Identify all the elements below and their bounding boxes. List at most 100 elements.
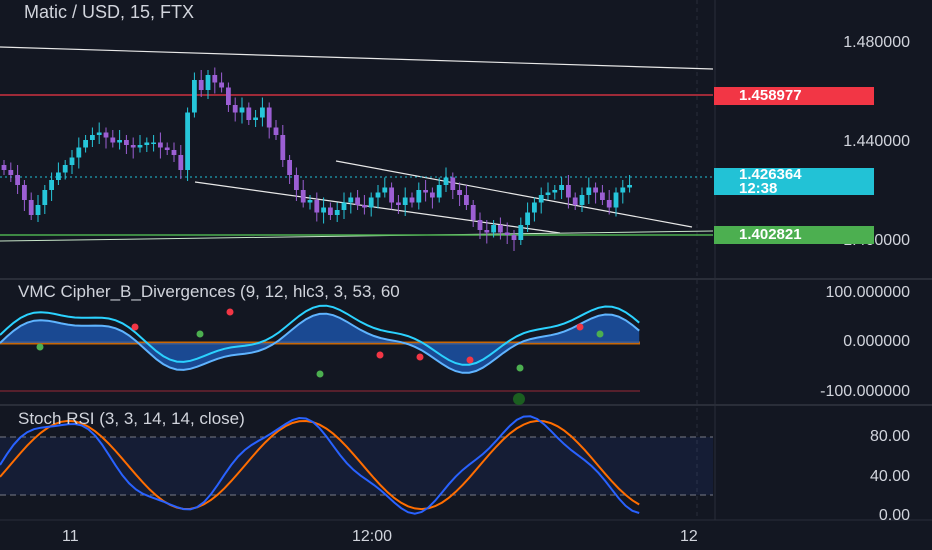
candle-body [552, 190, 558, 193]
candle-body [477, 220, 483, 230]
vmc-axis-0: 0.000000 [843, 333, 910, 350]
candle-body [246, 107, 252, 120]
candle-body [232, 105, 238, 113]
candle-body [226, 87, 231, 105]
candle-body [8, 170, 14, 175]
chart-canvas[interactable] [0, 0, 932, 550]
candle-body [368, 197, 374, 208]
price-tag-green: 1.402821 [714, 226, 874, 244]
stoch-indicator-label[interactable]: Stoch RSI (3, 3, 14, 14, close) [18, 409, 245, 429]
candle-body [559, 185, 564, 190]
candle-body [416, 190, 422, 203]
candle-body [28, 200, 34, 215]
candle-body [273, 127, 279, 135]
candle-body [76, 147, 82, 158]
candle-body [334, 210, 340, 215]
candle-body [341, 202, 347, 210]
vmc-indicator-label[interactable]: VMC Cipher_B_Divergences (9, 12, hlc3, 3… [18, 282, 400, 302]
vmc-signal-dot [416, 353, 424, 361]
vmc-divergence-dot [513, 393, 525, 405]
candle-body [96, 132, 102, 135]
candle-body [198, 80, 204, 90]
candle-body [185, 112, 190, 170]
candle-body [294, 175, 299, 190]
time-label-12: 12 [680, 528, 698, 545]
candle-body [355, 197, 360, 205]
candle-body [164, 147, 170, 150]
vmc-signal-dot [576, 323, 584, 331]
candle-body [35, 205, 41, 215]
stoch-axis-0: 0.00 [878, 507, 910, 524]
vmc-signal-dot [196, 330, 204, 338]
candle-body [178, 155, 184, 170]
candle-body [130, 145, 136, 148]
vmc-signal-dot [226, 308, 234, 316]
candle-body [49, 180, 54, 190]
candle-body [253, 117, 258, 120]
vmc-signal-dot [131, 323, 139, 331]
candle-body [464, 195, 469, 205]
candle-body [572, 197, 578, 205]
candle-body [69, 157, 75, 165]
candle-body [443, 177, 449, 185]
vmc-signal-dot [316, 370, 324, 378]
candle-body [525, 212, 530, 225]
candle-body [504, 232, 510, 235]
candle-body [450, 177, 456, 190]
candle-body [137, 145, 143, 148]
candle-body [430, 192, 435, 198]
candle-body [362, 205, 367, 208]
vmc-signal-dot [376, 351, 384, 359]
countdown: 12:38 [739, 180, 778, 197]
candle-body [314, 200, 320, 213]
candle-body [1, 165, 7, 170]
candle-body [457, 190, 462, 195]
price-tag-current: 1.426364 12:38 [714, 167, 874, 197]
candle-body [491, 225, 496, 233]
candle-body [103, 132, 109, 138]
candle-body [600, 192, 605, 200]
candle-body [212, 75, 218, 83]
candle-body [15, 175, 20, 185]
candle-body [83, 140, 88, 148]
candle-body [382, 187, 388, 193]
candle-body [566, 185, 571, 198]
candle-body [171, 150, 177, 155]
trendline-top [0, 46, 714, 70]
candle-body [375, 192, 381, 198]
candle-body [423, 190, 428, 193]
candle-body [409, 197, 415, 203]
price-label-1480: 1.480000 [843, 34, 910, 51]
candle-body [606, 200, 612, 208]
candle-body [192, 80, 197, 113]
candle-body [593, 187, 598, 193]
vmc-signal-dot [466, 356, 474, 364]
candle-body [532, 202, 537, 213]
candle-body [287, 160, 292, 175]
candle-body [321, 207, 326, 213]
stoch-band-fill [0, 437, 713, 495]
vmc-signal-dot [596, 330, 604, 338]
candle-body [90, 135, 95, 140]
candle-body [22, 185, 27, 200]
price-label-1440: 1.440000 [843, 133, 910, 150]
candle-body [579, 195, 585, 205]
candle-body [470, 205, 476, 220]
candle-body [307, 200, 313, 203]
candle-body [511, 235, 517, 240]
vmc-signal-dot [516, 364, 524, 372]
candle-body [117, 140, 122, 143]
candle-body [538, 195, 544, 203]
vmc-axis-neg100: -100.000000 [820, 383, 910, 400]
candle-body [158, 142, 163, 148]
candle-body [545, 192, 551, 195]
time-label-1200: 12:00 [352, 528, 393, 545]
candle-body [239, 107, 245, 113]
candle-body [613, 192, 619, 208]
candle-body [484, 230, 490, 233]
candle-body [389, 187, 394, 203]
support-line [0, 230, 714, 242]
symbol-title: Matic / USD, 15, FTX [24, 2, 195, 22]
candle-body [436, 185, 442, 198]
candle-body [518, 225, 524, 240]
